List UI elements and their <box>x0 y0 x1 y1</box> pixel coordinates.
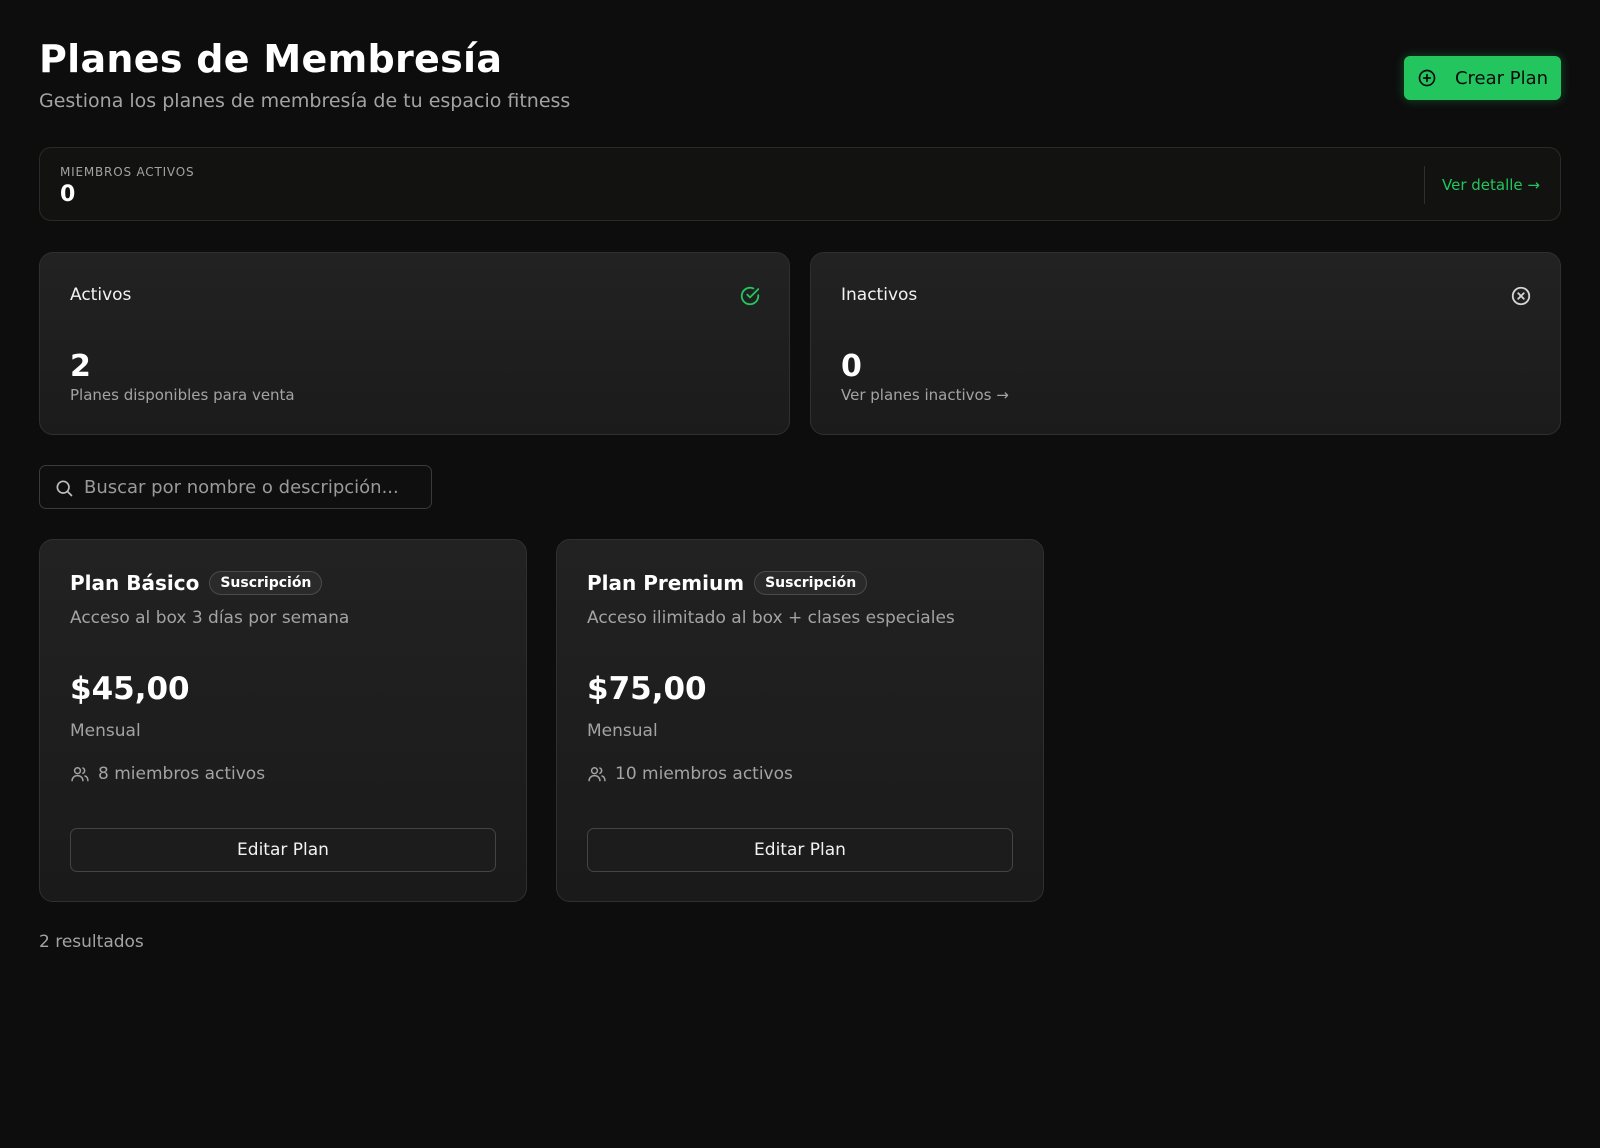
search-box <box>39 465 432 509</box>
inactive-plans-card: Inactivos 0 Ver planes inactivos → <box>810 252 1561 435</box>
plus-circle-icon <box>1418 69 1436 87</box>
plan-name: Plan Premium <box>587 571 745 595</box>
active-members-value: 0 <box>60 182 76 207</box>
check-circle-icon <box>740 286 760 306</box>
plan-price: $45,00 <box>70 671 190 707</box>
edit-plan-button[interactable]: Editar Plan <box>70 828 496 872</box>
plan-description: Acceso al box 3 días por semana <box>70 608 350 628</box>
users-icon <box>71 767 89 782</box>
plan-card: Plan Premium Suscripción Acceso ilimitad… <box>556 539 1044 902</box>
create-plan-label: Crear Plan <box>1454 67 1549 89</box>
create-plan-button[interactable]: Crear Plan <box>1404 56 1561 100</box>
active-members-label: MIEMBROS ACTIVOS <box>60 165 195 179</box>
page-title: Planes de Membresía <box>39 37 503 81</box>
plan-description: Acceso ilimitado al box + clases especia… <box>587 608 955 628</box>
edit-plan-button[interactable]: Editar Plan <box>587 828 1013 872</box>
active-members-summary: MIEMBROS ACTIVOS 0 Ver detalle → <box>39 147 1561 221</box>
active-plans-description: Planes disponibles para venta <box>70 386 295 404</box>
active-plans-card: Activos 2 Planes disponibles para venta <box>39 252 790 435</box>
view-inactive-plans-link[interactable]: Ver planes inactivos → <box>841 386 1009 404</box>
plan-header: Plan Premium Suscripción <box>587 571 868 595</box>
plan-members-text: 8 miembros activos <box>98 764 266 784</box>
plan-period: Mensual <box>70 721 141 741</box>
page-header: Planes de Membresía Gestiona los planes … <box>39 0 1561 130</box>
active-plans-title: Activos <box>70 285 132 305</box>
plan-period: Mensual <box>587 721 658 741</box>
plan-header: Plan Básico Suscripción <box>70 571 323 595</box>
plan-name: Plan Básico <box>70 571 200 595</box>
plan-members: 8 miembros activos <box>70 764 265 784</box>
plan-card: Plan Básico Suscripción Acceso al box 3 … <box>39 539 527 902</box>
users-icon <box>588 767 606 782</box>
inactive-plans-title: Inactivos <box>841 285 918 305</box>
plan-members: 10 miembros activos <box>587 764 793 784</box>
x-circle-icon <box>1511 286 1531 306</box>
plan-type-badge: Suscripción <box>754 571 868 595</box>
plan-type-badge: Suscripción <box>209 571 323 595</box>
plan-price: $75,00 <box>587 671 707 707</box>
inactive-plans-count: 0 <box>841 349 862 384</box>
divider <box>1424 166 1425 204</box>
active-plans-count: 2 <box>70 349 91 384</box>
view-detail-link[interactable]: Ver detalle → <box>1442 176 1540 194</box>
results-count: 2 resultados <box>39 932 144 952</box>
plan-members-text: 10 miembros activos <box>615 764 793 784</box>
search-icon <box>56 480 73 497</box>
page-subtitle: Gestiona los planes de membresía de tu e… <box>39 90 571 112</box>
search-input[interactable] <box>84 466 424 508</box>
